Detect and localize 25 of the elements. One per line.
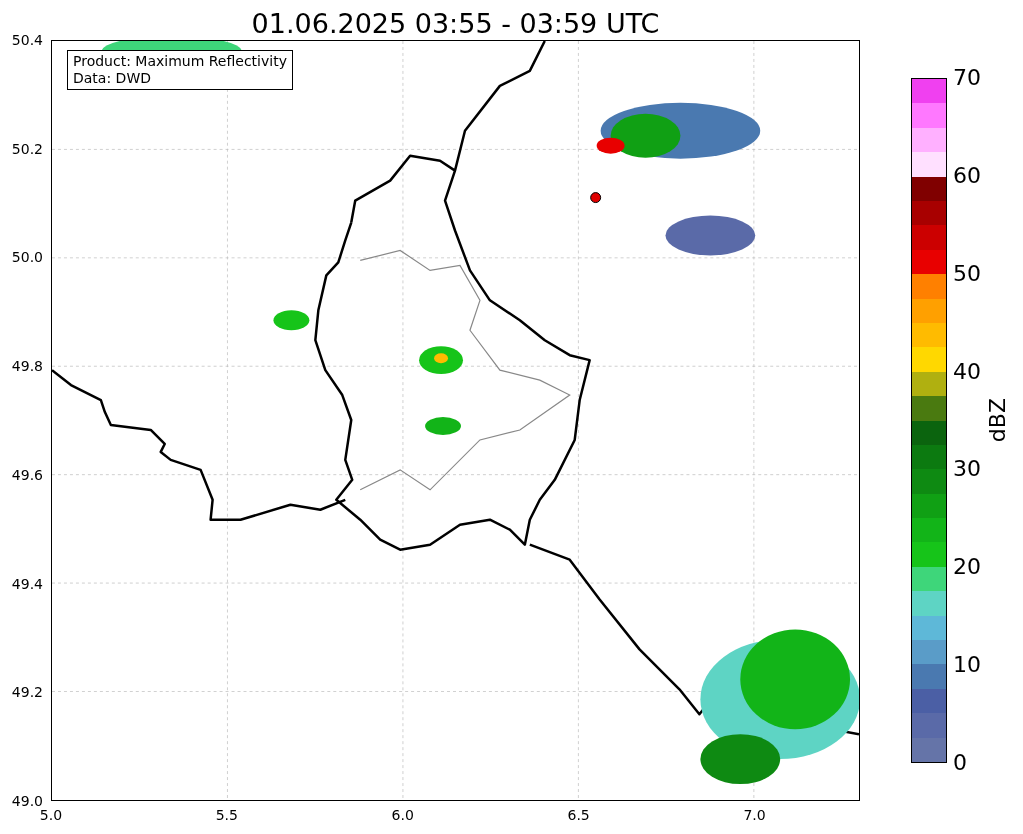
- colorbar-tick-label: 40: [953, 358, 981, 385]
- chart-title: 01.06.2025 03:55 - 03:59 UTC: [251, 9, 660, 39]
- colorbar-tick-label: 20: [953, 554, 981, 581]
- y-tick-label: 49.6: [11, 466, 43, 483]
- x-tick-label: 6.5: [567, 807, 590, 823]
- colorbar-tick-label: 70: [953, 65, 981, 91]
- colorbar-tick-label: 0: [953, 749, 968, 776]
- y-tick-label: 49.4: [11, 575, 43, 592]
- y-tick-label: 50.2: [11, 140, 43, 157]
- x-tick-label: 7.0: [743, 807, 766, 823]
- y-tick-label: 49.2: [11, 684, 43, 701]
- x-tick-label: 5.0: [39, 807, 63, 823]
- y-tick-label: 49.0: [11, 792, 43, 809]
- legend-text: Product: Maximum Reflectivity: [73, 53, 287, 70]
- colorbar-tick-label: 50: [953, 260, 981, 287]
- legend-text: Data: DWD: [73, 70, 152, 87]
- colorbar-tick-label: 30: [953, 456, 981, 483]
- colorbar-label: dBZ: [985, 398, 1010, 443]
- colorbar-tick-label: 60: [953, 162, 981, 189]
- y-tick-label: 49.8: [11, 358, 43, 375]
- y-tick-label: 50.4: [11, 32, 43, 48]
- y-tick-label: 50.0: [11, 249, 43, 266]
- colorbar-tick-label: 10: [953, 652, 981, 679]
- x-tick-label: 6.0: [391, 807, 414, 823]
- x-tick-label: 5.5: [215, 807, 238, 823]
